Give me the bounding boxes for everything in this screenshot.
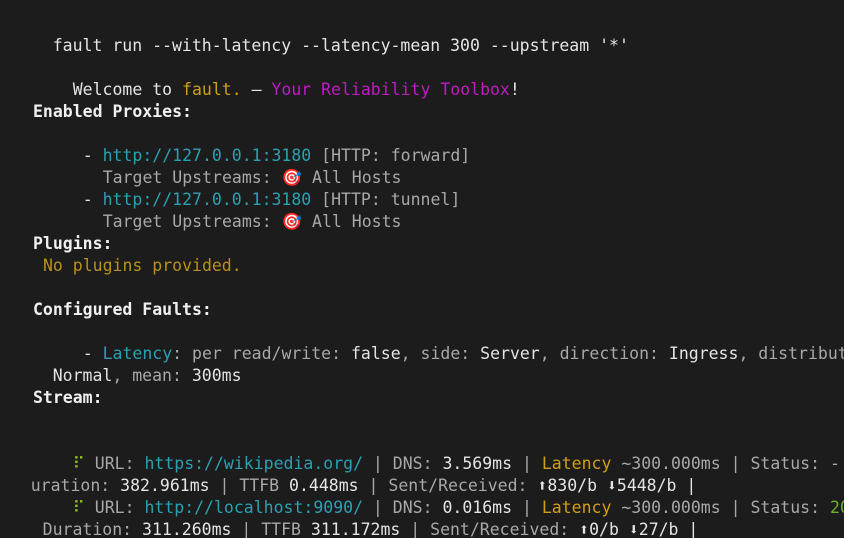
stream-entry: ⠏ URL: http://localhost:9090/ | DNS: 0.0… [33,475,844,517]
fault-value: 300ms [191,366,242,385]
welcome-prefix: Welcome to [72,80,183,99]
faults-heading: Configured Faults: [33,300,212,319]
stream-entry-wrap: Duration: 311.260ms | TTFB 311.172ms | S… [0,497,699,538]
status-value: - [829,454,840,473]
fault-item-wrap: Normal, mean: 300ms [13,343,242,385]
terminal-window[interactable]: fault run --with-latency --latency-mean … [0,0,844,538]
proxy-item: - http://127.0.0.1:3180 [HTTP: tunnel] [43,167,461,209]
sent-value: ⬆0/b [579,520,619,538]
fault-key: , direction: [539,344,669,363]
stream-entry: ⠏ URL: https://wikipedia.org/ | DNS: 3.5… [33,431,844,473]
sent-received-label: | Sent/Received: [400,520,580,538]
proxy-target: Target Upstreams: 🎯 All Hosts [63,189,402,231]
duration-label: Duration: [32,520,143,538]
status-label: | Status: [720,454,830,473]
separator: | D [840,454,844,473]
fault-item: - Latency: per read/write: false, side: … [43,321,844,363]
fault-value: Server [480,344,540,363]
fault-key: , mean: [112,366,192,385]
duration-value: 311.260ms [142,520,232,538]
fault-key: , side: [400,344,481,363]
fault-value: false [350,344,401,363]
fault-key: , distribution [738,344,844,363]
stream-heading: Stream: [33,388,103,407]
fault-value: Normal [52,366,113,385]
received-value: ⬇27/b [618,520,679,538]
brand-name: fault. [182,80,242,99]
status-value: 200 [829,498,844,517]
row-end: | [678,520,699,538]
welcome-dash: — [241,80,272,99]
stream-entry-wrap: uration: 382.961ms | TTFB 0.448ms | Sent… [0,453,697,495]
command-text: fault run --with-latency --latency-mean … [52,36,629,55]
proxies-heading: Enabled Proxies: [33,102,192,121]
fault-value: Ingress [668,344,739,363]
status-label: | Status: [720,498,830,517]
plugins-message: No plugins provided. [43,256,242,275]
proxy-item: - http://127.0.0.1:3180 [HTTP: forward] [43,123,470,165]
target-value: All Hosts [302,212,402,231]
welcome-line: Welcome to fault. — Your Reliability Too… [33,57,520,99]
ttfb-label: | TTFB [231,520,311,538]
tagline: Your Reliability Toolbox [271,80,510,99]
command-line: fault run --with-latency --latency-mean … [13,13,629,55]
target-label: Target Upstreams: [102,212,282,231]
ttfb-value: 311.172ms [310,520,401,538]
welcome-suffix: ! [509,80,520,99]
target-icon: 🎯 [281,212,303,231]
proxy-target: Target Upstreams: 🎯 All Hosts [63,145,402,187]
plugins-heading: Plugins: [33,234,113,253]
